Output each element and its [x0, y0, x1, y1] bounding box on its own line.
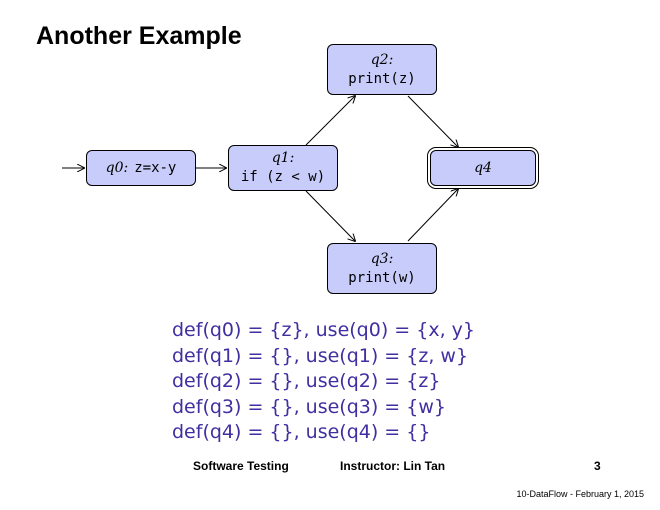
node-q3-state: q3: [370, 250, 394, 267]
def-use-q0: def(q0) = {z}, use(q0) = {x, y} [172, 319, 475, 341]
node-q4-final: q4 [427, 147, 539, 189]
footer-stamp: 10-DataFlow - February 1, 2015 [516, 489, 644, 499]
node-q3-code: print(w) [348, 269, 416, 286]
node-q2-state: q2: [370, 51, 394, 68]
node-q1: q1: if (z < w) [228, 145, 338, 191]
footer-page-number: 3 [594, 459, 601, 473]
edge-q3-q4 [407, 189, 458, 242]
def-use-q3: def(q3) = {}, use(q3) = {w} [172, 395, 446, 418]
def-use-q2: def(q2) = {}, use(q2) = {z} [172, 370, 441, 392]
def-use-q1: def(q1) = {}, use(q1) = {z, w} [172, 344, 469, 367]
node-q1-code: if (z < w) [240, 169, 326, 185]
node-q4-state: q4 [474, 159, 492, 176]
def-use-q4: def(q4) = {}, use(q4) = {} [172, 421, 431, 443]
edge-q1-q3 [305, 190, 355, 241]
node-q1-state: q1: [271, 150, 295, 166]
node-q0-code: z=x-y [134, 159, 177, 176]
def-use-list: def(q0) = {z}, use(q0) = {x, y} def(q1) … [172, 318, 475, 446]
node-q2: q2: print(z) [327, 44, 437, 95]
node-q0: q0: z=x-y [86, 150, 196, 186]
edge-q2-q4 [407, 95, 458, 147]
node-q3: q3: print(w) [327, 243, 437, 294]
edge-q1-q2 [305, 96, 355, 146]
node-q2-code: print(z) [348, 70, 416, 87]
footer-instructor: Instructor: Lin Tan [340, 459, 446, 473]
footer-course: Software Testing [193, 459, 289, 473]
node-q0-state: q0: [105, 159, 129, 176]
